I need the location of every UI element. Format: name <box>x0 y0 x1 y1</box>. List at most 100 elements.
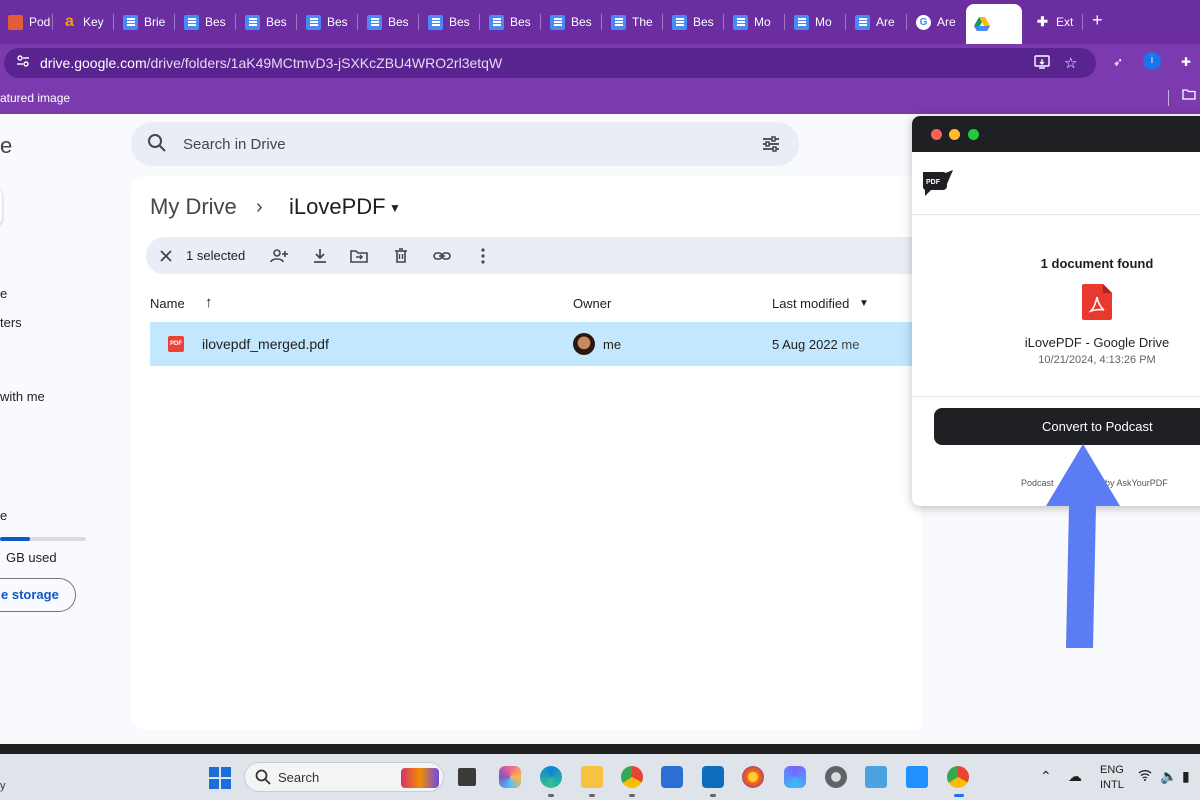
extension-badge-icon[interactable]: i <box>1143 52 1161 70</box>
sort-ascending-icon[interactable]: ↑ <box>205 294 213 311</box>
column-header-name[interactable]: Name <box>150 296 185 311</box>
tab-separator <box>235 14 236 30</box>
storage-meter <box>0 537 86 541</box>
tab-separator <box>479 14 480 30</box>
keyboard-layout[interactable]: INTL <box>1100 779 1124 791</box>
tab-separator <box>662 14 663 30</box>
breadcrumb-current-folder[interactable]: iLovePDF <box>289 194 386 220</box>
close-tab-icon[interactable]: ✕ <box>1000 14 1011 30</box>
column-header-last-modified[interactable]: Last modified <box>772 296 849 311</box>
browser-tab[interactable]: Bes <box>237 6 297 38</box>
language-indicator[interactable]: ENG <box>1100 764 1124 776</box>
browser-tab[interactable]: Bes <box>481 6 541 38</box>
browser-tab[interactable]: Bes <box>664 6 724 38</box>
trash-icon[interactable] <box>391 246 411 266</box>
battery-icon[interactable]: ▮ <box>1182 768 1190 785</box>
move-icon[interactable] <box>349 246 369 266</box>
get-more-storage-button[interactable]: e storage <box>0 578 76 612</box>
browser-tab[interactable]: Mo <box>725 6 785 38</box>
document-timestamp: 10/21/2024, 4:13:26 PM <box>1038 354 1156 366</box>
chrome-icon[interactable] <box>621 766 643 788</box>
store-icon[interactable] <box>661 766 683 788</box>
convert-to-podcast-button[interactable]: Convert to Podcast <box>934 408 1200 445</box>
sidebar-item-computers[interactable]: ters <box>0 315 22 330</box>
download-icon[interactable] <box>310 246 330 266</box>
extension-rocket-icon[interactable]: ➶ <box>1108 52 1128 72</box>
firefox-icon[interactable] <box>742 766 764 788</box>
browser-tab[interactable]: Are <box>847 6 907 38</box>
clear-selection-icon[interactable] <box>156 246 176 266</box>
browser-tab[interactable]: ✚ Ext <box>1027 6 1089 38</box>
task-view-icon[interactable] <box>458 768 476 786</box>
site-settings-icon[interactable] <box>14 54 32 72</box>
maximize-window-icon[interactable] <box>968 129 979 140</box>
share-icon[interactable] <box>269 246 289 266</box>
close-window-icon[interactable] <box>931 129 942 140</box>
browser-tab[interactable]: G Are <box>908 6 968 38</box>
file-explorer-icon[interactable] <box>581 766 603 788</box>
drive-icon <box>974 17 990 31</box>
bookmark-star-icon[interactable]: ☆ <box>1064 54 1077 72</box>
browser-tab[interactable]: The <box>603 6 663 38</box>
tab-separator <box>174 14 175 30</box>
breadcrumb-my-drive[interactable]: My Drive <box>150 194 237 220</box>
browser-tab[interactable]: Mo <box>786 6 846 38</box>
extensions-puzzle-icon[interactable]: ✚ <box>1176 52 1196 72</box>
edge-icon[interactable] <box>540 766 562 788</box>
screen-tool-icon[interactable] <box>865 766 887 788</box>
file-name[interactable]: ilovepdf_merged.pdf <box>202 336 329 352</box>
search-options-icon[interactable] <box>761 134 781 154</box>
askyourpdf-logo-icon: PDF <box>921 168 955 198</box>
browser-tab[interactable]: Bes <box>359 6 419 38</box>
sort-dropdown-icon[interactable]: ▼ <box>859 298 869 309</box>
pdf-document-icon <box>1082 284 1112 320</box>
app-icon[interactable] <box>784 766 806 788</box>
browser-tab[interactable]: Brie <box>115 6 175 38</box>
folder-dropdown-icon[interactable]: ▼ <box>389 201 401 215</box>
cloud-icon[interactable]: ☁ <box>1068 768 1082 785</box>
selection-action-bar: 1 selected <box>146 237 921 274</box>
table-row[interactable]: PDF ilovepdf_merged.pdf me 5 Aug 2022 me <box>150 322 921 366</box>
bookmark-item[interactable]: atured image <box>0 91 70 105</box>
sidebar-item-home[interactable]: e <box>0 286 7 301</box>
browser-tab[interactable]: a Key <box>54 6 114 38</box>
browser-tab[interactable]: Pod <box>0 6 60 38</box>
copilot-icon[interactable] <box>499 766 521 788</box>
storage-used-text: GB used <box>6 550 57 565</box>
docs-icon <box>306 14 321 30</box>
search-input[interactable]: Search in Drive <box>183 136 286 153</box>
sidebar-item-shared[interactable]: with me <box>0 389 45 404</box>
more-actions-icon[interactable] <box>473 246 493 266</box>
drive-search-bar[interactable]: Search in Drive <box>131 122 799 166</box>
browser-tab[interactable]: Bes <box>298 6 358 38</box>
chrome-profile-icon[interactable] <box>947 766 969 788</box>
browser-tab[interactable]: Bes <box>176 6 236 38</box>
taskbar-search-box[interactable]: Search <box>244 762 444 792</box>
volume-icon[interactable]: 🔈 <box>1160 768 1177 785</box>
tab-separator <box>906 14 907 30</box>
browser-tab-active[interactable] <box>966 4 1022 44</box>
amazon-icon: a <box>65 13 74 30</box>
omnibox[interactable]: drive.google.com/drive/folders/1aK49MCtm… <box>4 48 1096 78</box>
docs-icon <box>672 14 687 30</box>
running-indicator <box>710 794 716 797</box>
wifi-icon[interactable] <box>1138 768 1152 784</box>
new-tab-icon[interactable]: + <box>1092 10 1103 31</box>
file-modified: 5 Aug 2022 me <box>772 337 859 352</box>
windows-start-icon[interactable] <box>209 767 231 789</box>
search-icon <box>147 133 167 153</box>
install-app-icon[interactable] <box>1034 54 1050 74</box>
browser-tab[interactable]: Bes <box>420 6 480 38</box>
browser-tab[interactable]: Bes <box>542 6 602 38</box>
sidebar-item-storage[interactable]: e <box>0 508 7 523</box>
breadcrumb-separator: › <box>256 196 263 218</box>
file-owner: me <box>603 337 622 352</box>
photos-icon[interactable] <box>906 766 928 788</box>
outlook-icon[interactable] <box>702 766 724 788</box>
settings-gear-icon[interactable] <box>825 766 847 788</box>
link-icon[interactable] <box>432 246 452 266</box>
minimize-window-icon[interactable] <box>949 129 960 140</box>
url-text[interactable]: drive.google.com/drive/folders/1aK49MCtm… <box>40 55 502 71</box>
folder-icon[interactable] <box>1182 88 1196 103</box>
chevron-up-icon[interactable]: ⌃ <box>1040 768 1052 785</box>
